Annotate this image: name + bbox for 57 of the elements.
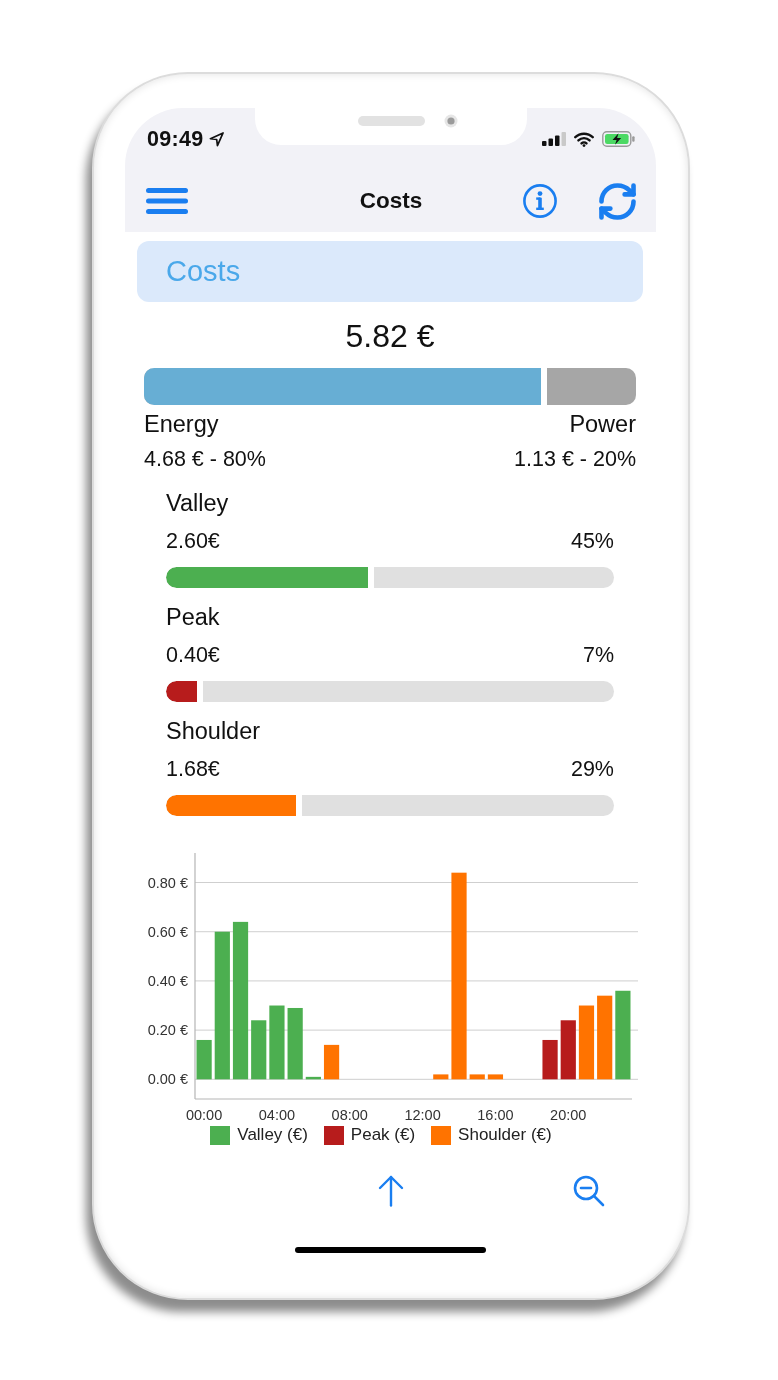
- chart-bar: [323, 1044, 340, 1080]
- section-header: Costs: [137, 241, 643, 302]
- up-arrow-icon: [377, 1175, 404, 1207]
- refresh-icon: [599, 182, 636, 220]
- legend-label: Shoulder (€): [458, 1125, 552, 1145]
- x-axis-label: 00:00: [185, 1107, 223, 1123]
- camera-lens-icon: [443, 113, 458, 128]
- nav-title: Costs: [359, 188, 423, 214]
- chart-bar: [560, 1020, 576, 1080]
- chart-bar: [251, 1020, 267, 1080]
- x-axis-label: 04:00: [258, 1107, 296, 1123]
- y-axis-label: 0.20 €: [147, 1022, 188, 1039]
- y-axis-label: 0.80 €: [147, 874, 188, 891]
- chart-bar: [487, 1074, 504, 1080]
- period-name: Valley: [166, 489, 230, 517]
- cost-share-label: Power: [569, 410, 636, 438]
- speaker-slot-icon: [357, 115, 425, 126]
- period-share: 7%: [582, 643, 614, 667]
- chart-bar: [196, 1039, 212, 1080]
- x-axis-label: 08:00: [331, 1107, 368, 1123]
- chart-bar: [433, 1074, 449, 1080]
- cost-share-label: Energy: [144, 410, 219, 438]
- zoom-out-icon: [573, 1175, 605, 1207]
- cost-share-reading: 4.68 € - 80%: [144, 447, 266, 471]
- period-amount: 2.60€: [166, 529, 220, 553]
- wifi-icon: [574, 131, 594, 147]
- y-axis-label: 0.60 €: [147, 923, 188, 940]
- chart-bar: [542, 1039, 558, 1080]
- x-axis-label: 16:00: [477, 1107, 514, 1123]
- period-amount: 0.40€: [166, 643, 220, 667]
- info-button[interactable]: [523, 184, 557, 218]
- y-axis-label: 0.40 €: [147, 972, 188, 989]
- period-amount: 1.68€: [166, 757, 220, 781]
- period-name: Peak: [166, 603, 221, 631]
- period-share: 29%: [570, 757, 614, 781]
- x-axis-label: 12:00: [404, 1107, 441, 1123]
- info-icon: [523, 184, 557, 218]
- total-cost: 5.82 €: [344, 318, 436, 354]
- chart-bar: [287, 1008, 303, 1080]
- refresh-button[interactable]: [599, 182, 636, 220]
- y-axis-label: 0.00 €: [147, 1071, 188, 1088]
- period-name: Shoulder: [166, 717, 262, 745]
- scroll-up-button[interactable]: [377, 1175, 404, 1207]
- battery-charging-icon: [602, 131, 635, 147]
- zoom-out-button[interactable]: [573, 1175, 605, 1207]
- location-arrow-icon: [208, 131, 224, 147]
- x-axis-label: 20:00: [550, 1107, 587, 1123]
- signal-icon: [542, 132, 566, 146]
- menu-icon: [146, 188, 188, 214]
- chart-bar: [305, 1076, 321, 1080]
- chart-bar: [469, 1074, 485, 1080]
- status-time: 09:49: [147, 126, 204, 152]
- menu-button[interactable]: [146, 188, 188, 214]
- legend-label: Valley (€): [237, 1125, 308, 1145]
- period-share: 45%: [570, 529, 614, 553]
- cost-share-reading: 1.13 € - 20%: [514, 447, 636, 471]
- legend-label: Peak (€): [350, 1125, 416, 1145]
